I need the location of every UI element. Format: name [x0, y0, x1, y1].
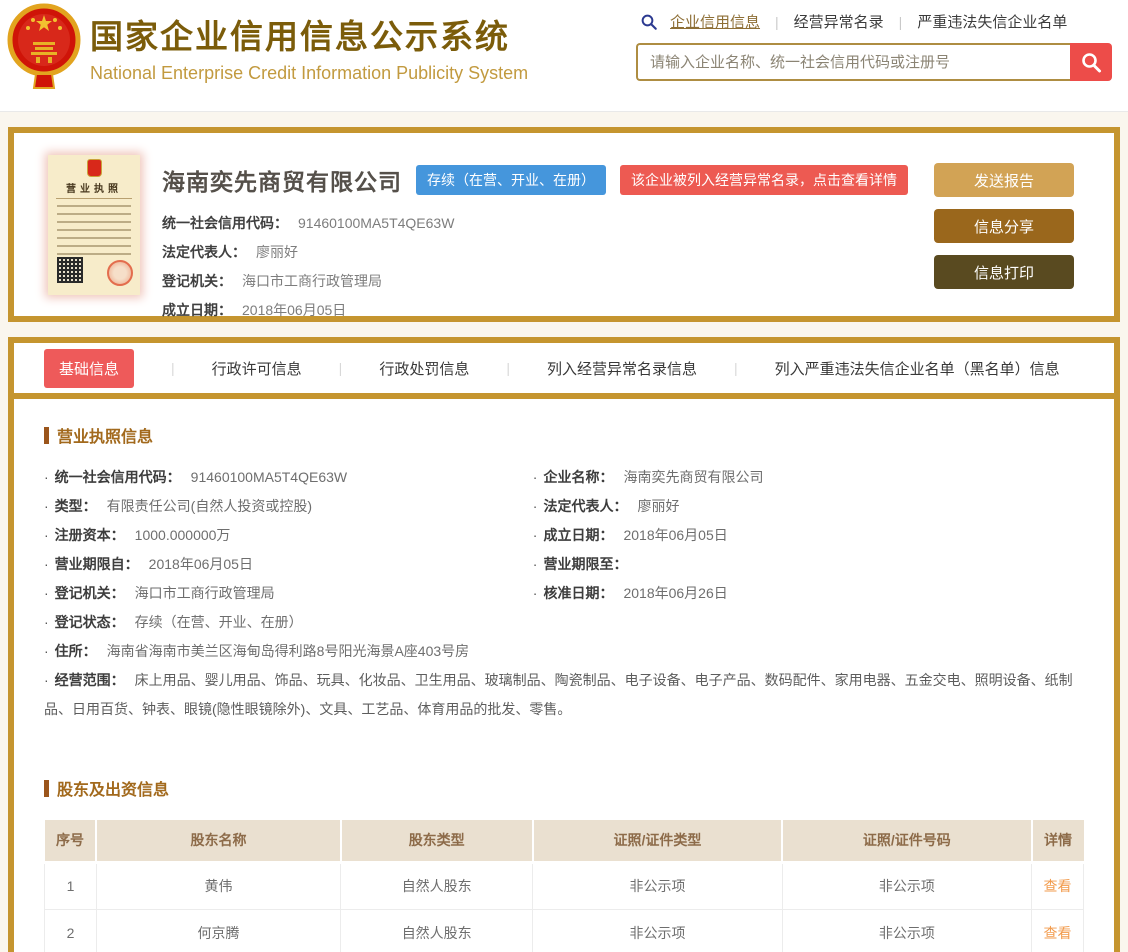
view-detail-link[interactable]: 查看	[1044, 878, 1072, 894]
license-divider	[56, 198, 132, 199]
search-input[interactable]	[636, 43, 1070, 81]
send-report-button[interactable]: 发送报告	[934, 163, 1074, 197]
cell-no: 2	[44, 908, 97, 952]
table-row: 2 何京腾 自然人股东 非公示项 非公示项 查看	[44, 908, 1084, 952]
detail-body: 营业执照信息 · 统一社会信用代码： 91460100MA5T4QE63W · 类型：…	[14, 399, 1114, 952]
search-button[interactable]	[1070, 43, 1112, 81]
col-header-no: 序号	[44, 820, 98, 864]
nav-separator: |	[898, 13, 903, 30]
field-registry-authority: · 登记机关： 海口市工商行政管理局	[44, 585, 275, 601]
cell-cert-no: 非公示项	[781, 861, 1033, 910]
company-name: 海南奕先商贸有限公司	[162, 169, 402, 195]
shareholders-section-title: 股东及出资信息	[44, 776, 1084, 800]
nav-abnormal-operations[interactable]: 经营异常名录	[794, 11, 884, 32]
tab-separator: |	[171, 360, 175, 376]
search-icon	[641, 14, 657, 30]
search-box	[636, 43, 1112, 81]
abnormal-warning-badge[interactable]: 该企业被列入经营异常名录，点击查看详情	[620, 165, 908, 195]
field-registration-status: · 登记状态： 存续（在营、开业、在册）	[44, 614, 303, 630]
cell-cert-type: 非公示项	[532, 861, 783, 910]
shareholders-table: 序号 股东名称 股东类型 证照/证件类型 证照/证件号码 详情 1 黄伟 自然人	[44, 820, 1084, 952]
field-term-from: · 营业期限自： 2018年06月05日	[44, 556, 253, 572]
field-company-type: · 类型： 有限责任公司(自然人投资或控股)	[44, 498, 312, 514]
field-approval-date: · 核准日期： 2018年06月26日	[532, 585, 728, 601]
summary-field-established: 成立日期： 2018年06月05日	[162, 302, 347, 318]
status-badge: 存续（在营、开业、在册）	[416, 165, 606, 195]
business-license-image: 营业执照	[48, 155, 140, 295]
table-header-row: 序号 股东名称 股东类型 证照/证件类型 证照/证件号码 详情	[44, 820, 1084, 864]
tab-basic-info[interactable]: 基础信息	[44, 348, 135, 388]
national-emblem-logo	[6, 2, 82, 96]
detail-tabbar: 基础信息 | 行政许可信息 | 行政处罚信息 | 列入经营异常名录信息 | 列入…	[14, 343, 1114, 393]
table-row: 1 黄伟 自然人股东 非公示项 非公示项 查看	[44, 861, 1084, 910]
nav-enterprise-credit[interactable]: 企业信用信息	[670, 11, 760, 32]
tab-blacklist[interactable]: 列入严重违法失信企业名单（黑名单）信息	[775, 358, 1060, 379]
cell-name: 何京腾	[95, 908, 342, 952]
tab-admin-license[interactable]: 行政许可信息	[212, 358, 302, 379]
license-image-title: 营业执照	[66, 184, 122, 195]
search-area: 企业信用信息 | 经营异常名录 | 严重违法失信企业名单	[636, 11, 1112, 81]
field-legal-rep: · 法定代表人： 廖丽好	[532, 498, 680, 514]
field-established-date: · 成立日期： 2018年06月05日	[532, 527, 728, 543]
tab-separator: |	[733, 360, 738, 376]
tab-abnormal-list[interactable]: 列入经营异常名录信息	[547, 358, 697, 379]
field-company-name: · 企业名称： 海南奕先商贸有限公司	[532, 469, 764, 485]
page-header: 国家企业信用信息公示系统 National Enterprise Credit …	[0, 0, 1128, 112]
shareholders-section: 股东及出资信息 序号 股东名称 股东类型 证照/证件类型 证照/证件号码 详情	[44, 776, 1084, 952]
search-nav: 企业信用信息 | 经营异常名录 | 严重违法失信企业名单	[640, 11, 1112, 32]
tab-separator: |	[338, 360, 343, 376]
license-section-title: 营业执照信息	[44, 423, 1084, 447]
print-info-button[interactable]: 信息打印	[934, 255, 1074, 289]
site-subtitle: National Enterprise Credit Information P…	[90, 63, 529, 83]
nav-serious-violations[interactable]: 严重违法失信企业名单	[917, 11, 1067, 32]
field-business-scope: · 经营范围： 床上用品、婴儿用品、饰品、玩具、化妆品、卫生用品、玻璃制品、陶瓷制品…	[44, 672, 1073, 717]
site-title: 国家企业信用信息公示系统	[90, 18, 510, 55]
col-header-cert-no: 证照/证件号码	[782, 820, 1033, 864]
col-header-name: 股东名称	[96, 820, 342, 864]
field-term-to: · 营业期限至：	[532, 556, 628, 572]
col-header-type: 股东类型	[340, 820, 534, 864]
detail-card: 基础信息 | 行政许可信息 | 行政处罚信息 | 列入经营异常名录信息 | 列入…	[8, 337, 1120, 952]
col-header-detail: 详情	[1031, 820, 1084, 864]
license-qr-code	[57, 257, 83, 283]
cell-type: 自然人股东	[340, 861, 534, 910]
section-title-bar	[44, 779, 49, 797]
tab-separator: |	[506, 360, 510, 376]
tab-admin-penalty[interactable]: 行政处罚信息	[379, 358, 469, 379]
search-button-icon	[1082, 53, 1101, 73]
cell-no: 1	[44, 861, 97, 910]
view-detail-link[interactable]: 查看	[1044, 925, 1072, 941]
main-content: 营业执照 海南奕先商贸有限公司 存续（在营、开业、在册） 该企业被列入经营异常名…	[0, 127, 1128, 952]
cell-cert-type: 非公示项	[532, 908, 783, 952]
brand-block: 国家企业信用信息公示系统 National Enterprise Credit …	[90, 10, 528, 84]
field-credit-code: · 统一社会信用代码： 91460100MA5T4QE63W	[44, 469, 348, 485]
license-text-lines	[57, 205, 131, 257]
share-info-button[interactable]: 信息分享	[934, 209, 1074, 243]
nav-separator: |	[775, 13, 779, 30]
field-address: · 住所： 海南省海南市美兰区海甸岛得利路8号阳光海景A座403号房	[44, 643, 470, 659]
license-fields: · 统一社会信用代码： 91460100MA5T4QE63W · 类型： 有限责任公司(…	[44, 463, 1084, 666]
license-red-seal	[107, 260, 133, 286]
summary-actions: 发送报告 信息分享 信息打印	[934, 163, 1074, 289]
col-header-cert-type: 证照/证件类型	[532, 820, 784, 864]
company-summary-card: 营业执照 海南奕先商贸有限公司 存续（在营、开业、在册） 该企业被列入经营异常名…	[8, 127, 1120, 322]
cell-name: 黄伟	[95, 861, 342, 910]
license-emblem-icon	[86, 159, 102, 177]
cell-cert-no: 非公示项	[781, 908, 1033, 952]
field-registered-capital: · 注册资本： 1000.000000万	[44, 527, 231, 543]
section-title-bar	[44, 426, 49, 444]
cell-type: 自然人股东	[340, 908, 534, 952]
